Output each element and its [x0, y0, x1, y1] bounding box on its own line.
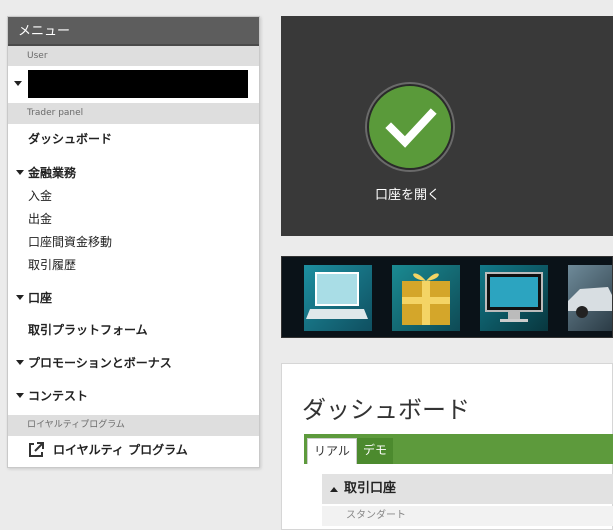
dashboard-panel: ダッシュボード リアル デモ 取引口座 スタンダート — [281, 363, 613, 530]
page-title: ダッシュボード — [302, 396, 470, 424]
sidebar-item-transfer[interactable]: 口座間資金移動 — [28, 233, 112, 250]
caret-up-icon — [330, 486, 338, 492]
sidebar-group-label: 金融業務 — [28, 166, 77, 180]
account-type-tabs: リアル デモ — [304, 434, 613, 464]
gift-box-promo-image — [392, 265, 460, 331]
laptop-promo-image — [304, 265, 372, 331]
sidebar-group-label: 口座 — [28, 291, 53, 305]
tab-real[interactable]: リアル — [307, 438, 357, 464]
loyalty-section-header: ロイヤルティプログラム — [8, 415, 259, 436]
sidebar-group-accounts[interactable]: 口座 — [16, 289, 52, 306]
sidebar-group-label: プロモーションとボーナス — [28, 356, 172, 370]
sidebar-item-history[interactable]: 取引履歴 — [28, 256, 76, 273]
external-link-icon — [29, 441, 44, 457]
open-account-button[interactable] — [367, 84, 453, 170]
caret-down-icon — [14, 81, 22, 86]
caret-down-icon — [16, 295, 24, 300]
sidebar-group-label: コンテスト — [28, 389, 89, 403]
sidebar-item-deposit[interactable]: 入金 — [28, 187, 52, 204]
open-account-label: 口座を開く — [375, 188, 441, 203]
sidebar-item-loyalty[interactable]: ロイヤルティ プログラム — [28, 441, 188, 458]
trading-accounts-header[interactable]: 取引口座 — [322, 474, 613, 504]
sidebar-item-dashboard[interactable]: ダッシュボード — [28, 130, 112, 147]
sidebar-menu: メニュー User Trader panel ダッシュボード 金融業務 入金 出… — [7, 16, 260, 468]
redacted-username — [28, 70, 248, 98]
trader-panel-section-header: Trader panel — [8, 103, 259, 124]
sidebar-item-withdraw[interactable]: 出金 — [28, 210, 52, 227]
open-account-panel[interactable]: 口座を開く — [281, 16, 613, 236]
car-promo-image — [568, 265, 612, 331]
user-section-header: User — [8, 46, 259, 66]
caret-down-icon — [16, 170, 24, 175]
sidebar-group-contests[interactable]: コンテスト — [16, 387, 88, 404]
sidebar-group-finance[interactable]: 金融業務 — [16, 164, 76, 181]
sidebar-group-promotions[interactable]: プロモーションとボーナス — [16, 354, 172, 371]
check-icon — [385, 108, 437, 148]
account-type-label: スタンダート — [322, 506, 613, 526]
loyalty-link-label: ロイヤルティ プログラム — [53, 443, 188, 457]
sidebar-item-platforms[interactable]: 取引プラットフォーム — [28, 321, 148, 338]
caret-down-icon — [16, 393, 24, 398]
promo-banner[interactable] — [281, 256, 613, 338]
user-selector[interactable] — [8, 66, 259, 103]
tab-demo[interactable]: デモ — [357, 438, 394, 464]
trading-accounts-label: 取引口座 — [344, 481, 397, 496]
sidebar-title: メニュー — [8, 17, 259, 46]
caret-down-icon — [16, 360, 24, 365]
monitor-promo-image — [480, 265, 548, 331]
